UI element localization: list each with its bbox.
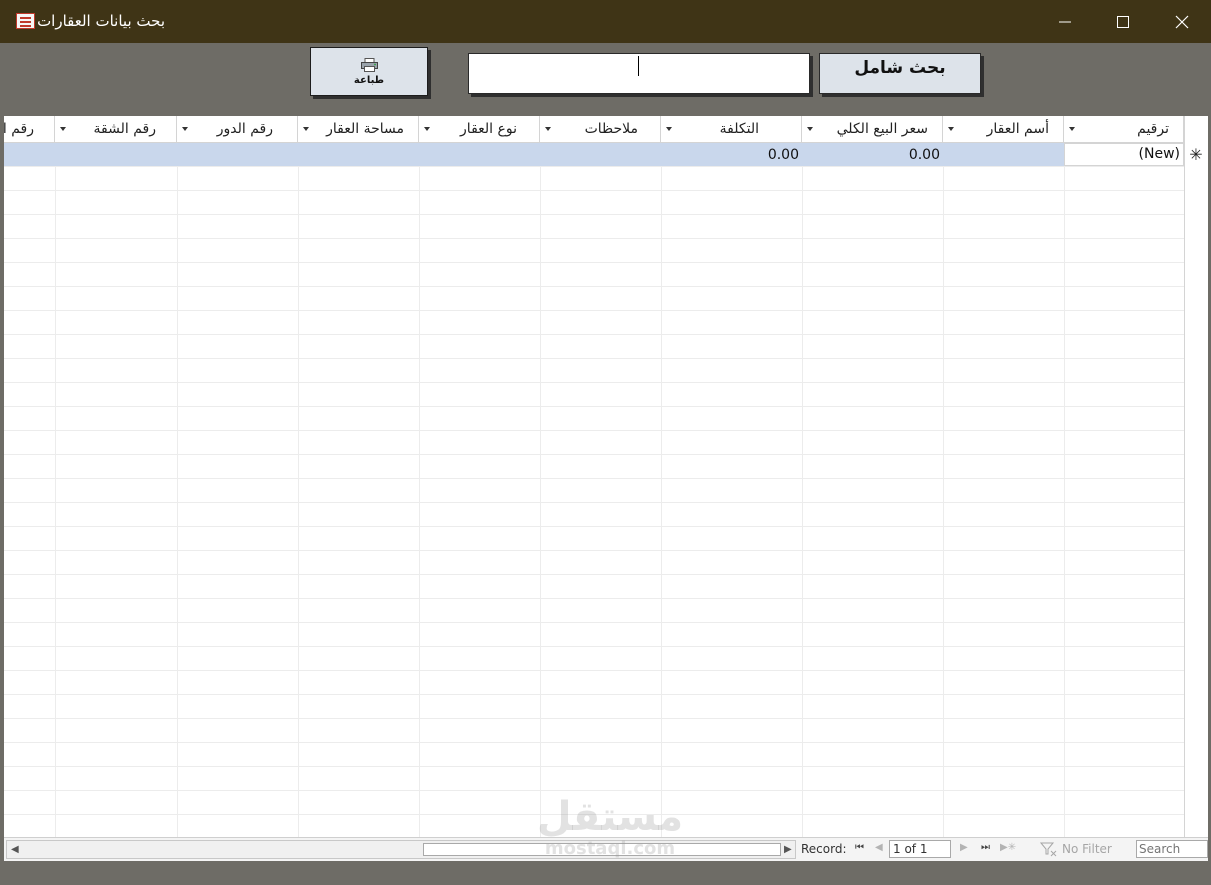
row-divider [4, 814, 1184, 815]
printer-icon [361, 58, 378, 72]
column-divider [943, 143, 944, 837]
column-header-sale-price[interactable]: سعر البيع الكلي [802, 116, 943, 143]
no-filter-button[interactable]: No Filter [1062, 842, 1112, 856]
column-divider [1064, 143, 1065, 837]
column-header-notes[interactable]: ملاحظات [540, 116, 661, 143]
title-bar: بحث بيانات العقارات [0, 0, 1211, 43]
dropdown-arrow-icon[interactable] [60, 127, 66, 131]
column-divider [540, 143, 541, 837]
row-divider [4, 382, 1184, 383]
row-divider [4, 670, 1184, 671]
minimize-button[interactable] [1036, 0, 1094, 43]
record-search-input[interactable] [1136, 840, 1208, 858]
new-record-icon: ✳ [1189, 145, 1203, 164]
new-record-nav-icon[interactable]: ▶✳ [1000, 842, 1016, 853]
row-divider [4, 718, 1184, 719]
column-divider [55, 143, 56, 837]
dropdown-arrow-icon[interactable] [807, 127, 813, 131]
column-header-apartment[interactable]: رقم الشقة [55, 116, 177, 143]
row-divider [4, 358, 1184, 359]
row-divider [4, 502, 1184, 503]
row-divider [4, 550, 1184, 551]
row-divider [4, 766, 1184, 767]
column-header-area[interactable]: مساحة العقار [298, 116, 419, 143]
row-divider [4, 430, 1184, 431]
row-divider [4, 454, 1184, 455]
cell-seq-new[interactable]: (New) [1064, 143, 1184, 166]
dropdown-arrow-icon[interactable] [1069, 127, 1075, 131]
row-divider [4, 214, 1184, 215]
column-divider [298, 143, 299, 837]
minimize-icon [1059, 21, 1071, 23]
current-record-field[interactable]: 1 of 1 [889, 840, 951, 858]
last-record-icon[interactable]: ⏭ [981, 842, 990, 853]
full-search-button[interactable]: بحث شامل [819, 53, 981, 94]
form-footer [0, 861, 1211, 885]
row-divider [4, 790, 1184, 791]
horizontal-scrollbar[interactable]: ◀ ▶ [6, 840, 796, 859]
column-divider [661, 143, 662, 837]
dropdown-arrow-icon[interactable] [182, 127, 188, 131]
record-selector-column[interactable] [1184, 116, 1208, 837]
new-record-row[interactable] [4, 143, 1184, 166]
maximize-button[interactable] [1094, 0, 1152, 43]
row-divider [4, 406, 1184, 407]
column-divider [419, 143, 420, 837]
print-button[interactable]: طباعة [310, 47, 428, 96]
row-divider [4, 334, 1184, 335]
row-divider [4, 238, 1184, 239]
column-header-name[interactable]: أسم العقار [943, 116, 1064, 143]
row-divider [4, 262, 1184, 263]
row-divider [4, 622, 1184, 623]
row-divider [4, 694, 1184, 695]
column-divider [177, 143, 178, 837]
row-divider [4, 646, 1184, 647]
window-title: بحث بيانات العقارات [37, 12, 165, 30]
previous-record-icon[interactable]: ◀ [875, 842, 883, 853]
dropdown-arrow-icon[interactable] [303, 127, 309, 131]
maximize-icon [1117, 16, 1129, 28]
scroll-left-icon[interactable]: ◀ [11, 844, 19, 855]
row-divider [4, 526, 1184, 527]
row-divider [4, 574, 1184, 575]
record-label: Record: [801, 842, 847, 856]
row-divider [4, 190, 1184, 191]
navigation-bar: ◀ ▶ Record: ⏮ ◀ 1 of 1 ▶ ⏭ ▶✳ No Filter [4, 837, 1208, 861]
cell-sale-price[interactable]: 0.00 [802, 144, 943, 166]
column-header-cost[interactable]: التكلفة [661, 116, 802, 143]
scroll-right-icon[interactable]: ▶ [784, 844, 792, 855]
row-divider [4, 310, 1184, 311]
scroll-thumb[interactable] [423, 843, 781, 856]
column-header-more[interactable]: رقم ال [4, 116, 55, 143]
next-record-icon[interactable]: ▶ [960, 842, 968, 853]
first-record-icon[interactable]: ⏮ [855, 842, 864, 853]
search-input[interactable] [468, 53, 810, 94]
dropdown-arrow-icon[interactable] [545, 127, 551, 131]
row-divider [4, 286, 1184, 287]
row-divider [4, 166, 1184, 167]
datasheet-grid[interactable]: ترقيم أسم العقار سعر البيع الكلي التكلفة… [4, 116, 1208, 837]
column-header-seq[interactable]: ترقيم [1064, 116, 1184, 143]
cell-cost[interactable]: 0.00 [661, 144, 802, 166]
dropdown-arrow-icon[interactable] [666, 127, 672, 131]
column-header-type[interactable]: نوع العقار [419, 116, 540, 143]
column-divider [802, 143, 803, 837]
dropdown-arrow-icon[interactable] [424, 127, 430, 131]
filter-icon [1040, 842, 1057, 857]
print-button-label: طباعة [353, 75, 385, 86]
dropdown-arrow-icon[interactable] [948, 127, 954, 131]
row-divider [4, 598, 1184, 599]
row-divider [4, 742, 1184, 743]
column-header-floor[interactable]: رقم الدور [177, 116, 298, 143]
close-icon [1175, 15, 1189, 29]
form-icon [16, 13, 35, 29]
close-button[interactable] [1153, 0, 1211, 43]
text-caret [638, 56, 639, 76]
row-divider [4, 478, 1184, 479]
